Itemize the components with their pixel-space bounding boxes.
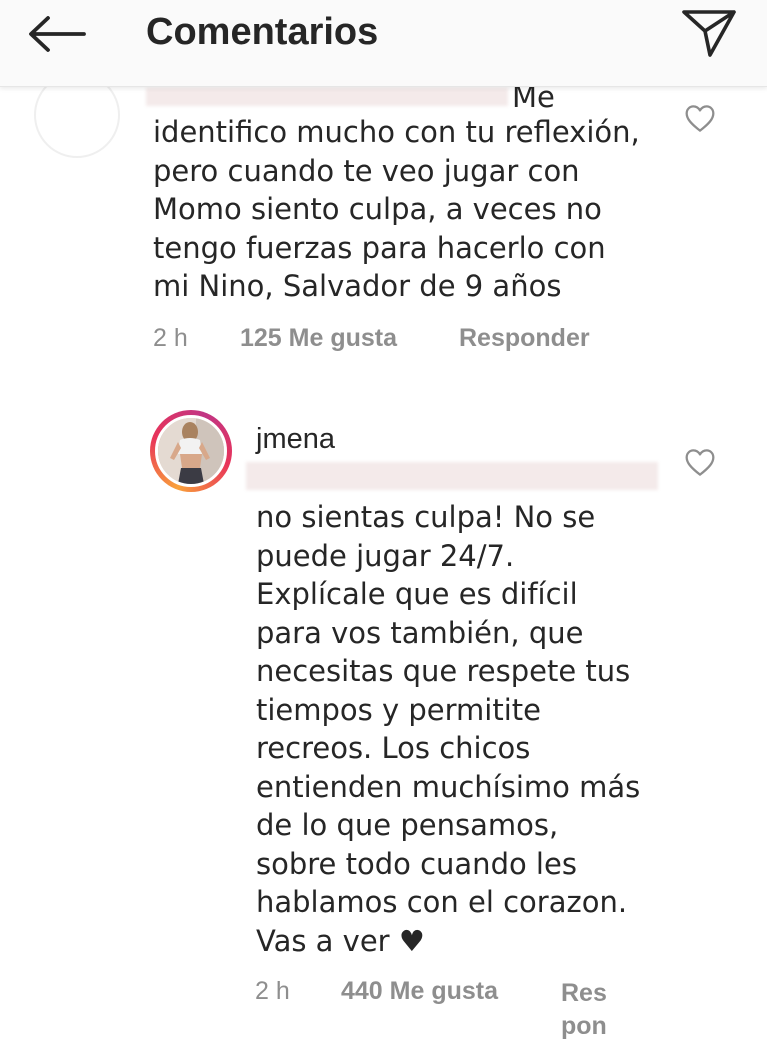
avatar-story-ring[interactable] — [150, 410, 232, 492]
reply-label-line1[interactable]: Res — [561, 979, 607, 1007]
heart-outline-icon[interactable] — [684, 447, 716, 477]
redacted-mention — [246, 462, 658, 490]
redacted-username — [146, 88, 508, 106]
comment-time: 2 h — [255, 977, 290, 1005]
reply-label-line2[interactable]: pon — [561, 1012, 607, 1040]
top-app-bar: Comentarios — [0, 0, 767, 87]
avatar-figure-icon — [158, 418, 224, 484]
reply-label[interactable]: Responder — [459, 324, 590, 352]
comment-text: no sientas culpa! No se puede jugar 24/7… — [256, 500, 641, 958]
comment-username[interactable]: jmena — [256, 420, 335, 458]
page-title: Comentarios — [146, 11, 379, 53]
comment-likes[interactable]: 125 Me gusta — [240, 324, 397, 353]
comment-time: 2 h — [153, 324, 188, 352]
comment-text: identifico mucho con tu reflexión, pero … — [153, 115, 640, 303]
heart-outline-icon[interactable] — [684, 103, 716, 133]
reply-button[interactable]: Res pon — [561, 977, 607, 1043]
likes-count-label[interactable]: 440 Me gusta — [341, 977, 498, 1005]
comment-likes[interactable]: 440 Me gusta — [341, 977, 498, 1006]
avatar[interactable] — [155, 415, 227, 487]
arrow-left-icon[interactable] — [26, 14, 88, 54]
likes-count-label[interactable]: 125 Me gusta — [240, 324, 397, 352]
paper-plane-icon[interactable] — [678, 4, 740, 60]
reply-button[interactable]: Responder — [459, 324, 590, 353]
